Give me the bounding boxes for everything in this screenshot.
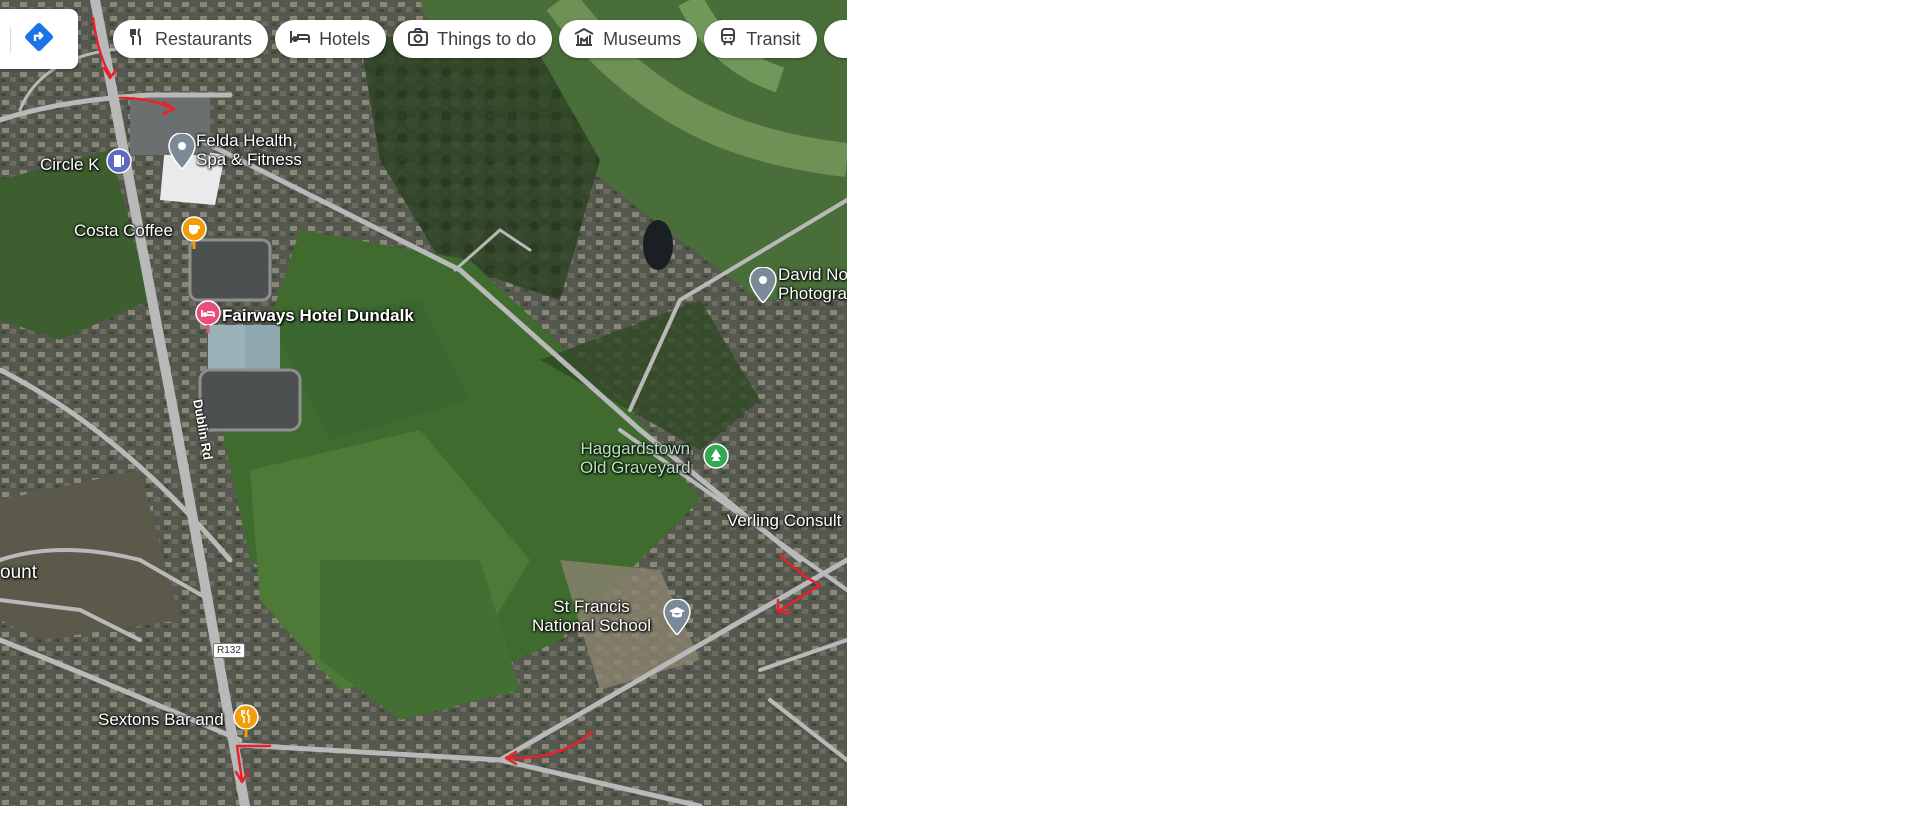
pin-circle-k[interactable] bbox=[106, 148, 132, 183]
chip-label: Transit bbox=[746, 28, 801, 49]
fork-knife-icon bbox=[127, 27, 155, 52]
pin-david[interactable] bbox=[749, 266, 777, 308]
place-label-st-francis[interactable]: St Francis National School bbox=[532, 597, 651, 635]
chip-hotels[interactable]: Hotels bbox=[275, 20, 387, 58]
bed-icon bbox=[289, 27, 319, 52]
pin-st-francis[interactable] bbox=[663, 598, 691, 640]
place-label-sextons[interactable]: Sextons Bar and bbox=[98, 710, 224, 729]
camera-icon bbox=[407, 27, 437, 52]
chip-label: Restaurants bbox=[155, 28, 253, 49]
chip-more[interactable] bbox=[823, 20, 847, 58]
place-label-edge-left[interactable]: ount bbox=[0, 563, 37, 582]
museum-icon bbox=[573, 27, 603, 52]
place-label-fairways[interactable]: Fairways Hotel Dundalk bbox=[222, 306, 414, 325]
pin-fairways[interactable] bbox=[195, 300, 221, 339]
pin-haggardstown[interactable] bbox=[703, 443, 729, 478]
pin-costa[interactable] bbox=[181, 216, 207, 255]
chip-things-to-do[interactable]: Things to do bbox=[393, 20, 553, 58]
pin-sextons[interactable] bbox=[233, 704, 259, 743]
satellite-imagery bbox=[0, 0, 847, 806]
place-label-felda[interactable]: Felda Health, Spa & Fitness bbox=[196, 131, 302, 169]
place-label-circle-k[interactable]: Circle K bbox=[40, 155, 100, 174]
place-label-verling[interactable]: Verling Consult bbox=[727, 511, 841, 530]
chip-transit[interactable]: Transit bbox=[704, 20, 817, 58]
road-shield-r132: R132 bbox=[213, 643, 245, 658]
pin-felda[interactable] bbox=[168, 132, 196, 174]
train-icon bbox=[718, 27, 746, 52]
directions-icon bbox=[23, 21, 55, 58]
chip-label: Things to do bbox=[437, 28, 537, 49]
chip-museums[interactable]: Museums bbox=[559, 20, 698, 58]
place-label-david[interactable]: David No Photogra bbox=[778, 265, 847, 303]
directions-button[interactable] bbox=[0, 9, 78, 69]
chip-label: Museums bbox=[603, 28, 682, 49]
divider bbox=[10, 27, 11, 53]
chip-restaurants[interactable]: Restaurants bbox=[113, 20, 269, 58]
chip-label: Hotels bbox=[319, 28, 371, 49]
category-chips: Restaurants Hotels Things to do Museums … bbox=[113, 20, 847, 58]
place-label-haggardstown[interactable]: Haggardstown Old Graveyard bbox=[580, 439, 691, 477]
map-view[interactable]: Restaurants Hotels Things to do Museums … bbox=[0, 0, 847, 806]
place-label-costa[interactable]: Costa Coffee bbox=[74, 221, 173, 240]
